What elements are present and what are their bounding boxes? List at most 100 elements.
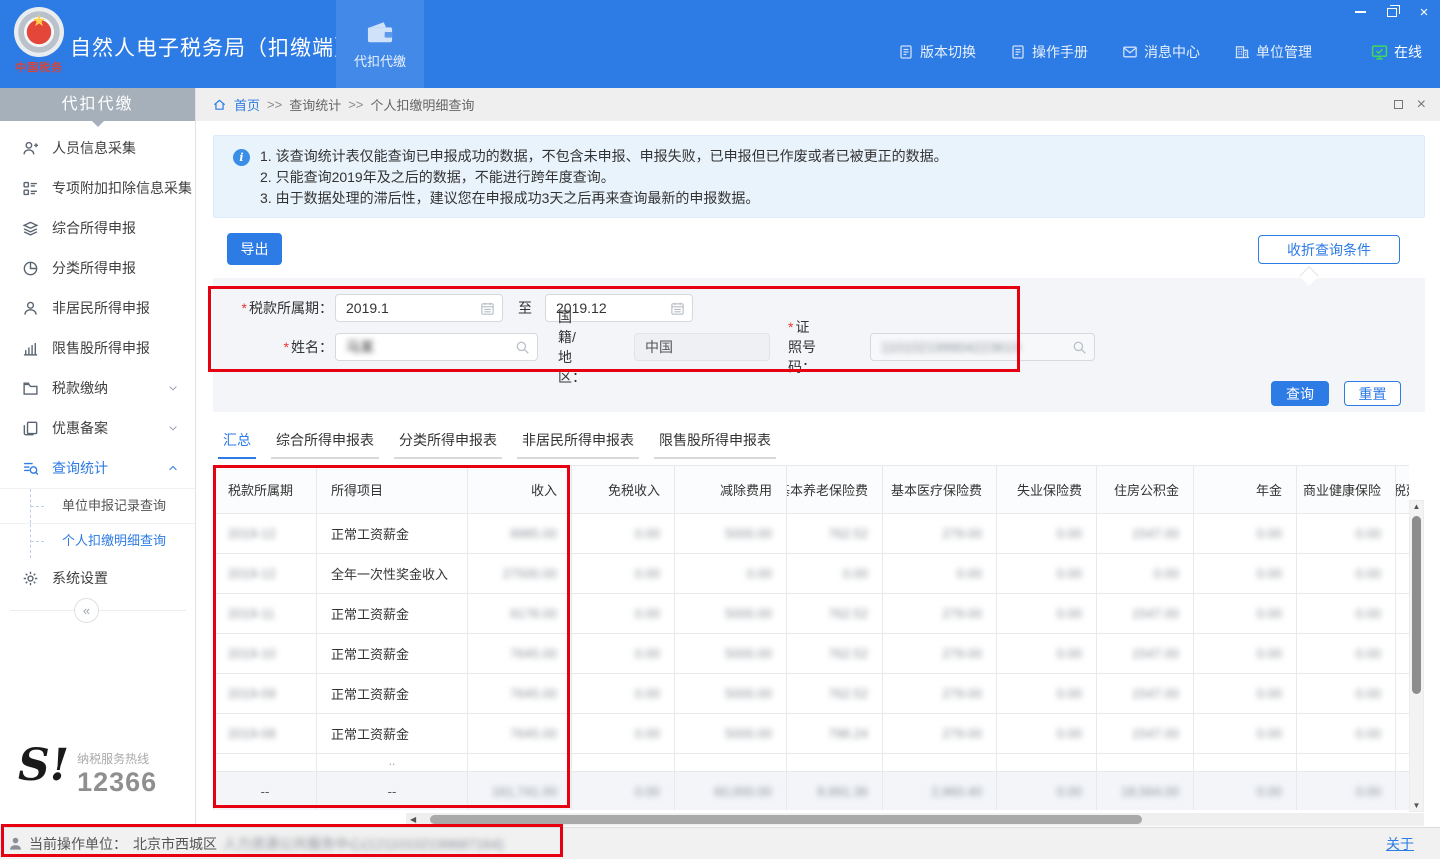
about-link[interactable]: 关于	[1386, 834, 1414, 854]
cell-value	[1396, 554, 1409, 594]
cell-value: 9985.00	[468, 514, 572, 554]
app-title: 自然人电子税务局（扣缴端）	[70, 32, 356, 62]
header-menu-item[interactable]: 版本切换	[898, 42, 976, 62]
form-actions: 查询 重置	[196, 381, 1425, 406]
column-header: 年金	[1194, 466, 1297, 514]
cell-value	[787, 754, 883, 772]
cell-text: 正常工资薪金	[331, 644, 409, 663]
panel-close-button[interactable]: ×	[1417, 96, 1426, 114]
tab[interactable]: 汇总	[218, 425, 256, 459]
collapse-query-button[interactable]: 收折查询条件	[1258, 235, 1400, 264]
cell-value	[1396, 634, 1409, 674]
column-header: 商业健康保险	[1297, 466, 1396, 514]
doc-icon	[1010, 44, 1026, 60]
breadcrumb-home[interactable]: 首页	[234, 95, 260, 114]
sidebar-subitem[interactable]: 单位申报记录查询	[0, 488, 195, 523]
panel-restore-button[interactable]	[1394, 100, 1403, 109]
notice-box: i 1. 该查询统计表仅能查询已申报成功的数据，不包含未申报、申报失败，已申报但…	[213, 135, 1425, 218]
sidebar-item[interactable]: 税款缴纳	[0, 368, 195, 408]
sidebar-subitem[interactable]: 个人扣缴明细查询	[0, 523, 195, 558]
cell-text: 0.00	[1057, 646, 1082, 661]
header-menu-item[interactable]: 消息中心	[1122, 42, 1200, 62]
cell-text: 1547.00	[1132, 526, 1179, 541]
cell-income-item: 正常工资薪金	[317, 514, 468, 554]
national-emblem-icon: ★	[14, 7, 64, 57]
horizontal-scroll-thumb[interactable]	[430, 815, 1142, 824]
id-input[interactable]: 110102199904223619	[870, 333, 1095, 361]
query-button[interactable]: 查询	[1271, 381, 1329, 406]
cell-value: 762.52	[787, 634, 883, 674]
sidebar-item[interactable]: 系统设置	[0, 558, 195, 598]
horizontal-scrollbar[interactable]: ◀	[406, 813, 1424, 826]
vertical-scroll-thumb[interactable]	[1412, 516, 1421, 694]
table-row[interactable]: 2019-11正常工资薪金9178.000.005000.00762.52279…	[214, 594, 1409, 634]
name-input[interactable]: 马某	[335, 333, 538, 361]
cell-value	[1396, 754, 1409, 772]
tab[interactable]: 综合所得申报表	[271, 425, 379, 459]
cell-income-item: 正常工资薪金	[317, 594, 468, 634]
reset-button[interactable]: 重置	[1344, 381, 1401, 406]
restore-icon	[1387, 8, 1397, 17]
cell-text: 0.00	[1257, 646, 1282, 661]
sidebar-item[interactable]: 专项附加扣除信息采集	[0, 168, 195, 208]
scroll-up-arrow[interactable]: ▲	[1410, 502, 1423, 511]
header-menu-label: 消息中心	[1144, 42, 1200, 62]
table-row[interactable]: 2019-12正常工资薪金9985.000.005000.00762.52279…	[214, 514, 1409, 554]
cell-text: 正常工资薪金	[331, 684, 409, 703]
sidebar-item[interactable]: 综合所得申报	[0, 208, 195, 248]
cell-value: 1547.00	[1097, 674, 1194, 714]
search-icon[interactable]	[1072, 340, 1087, 355]
info-icon: i	[233, 149, 250, 166]
cell-text: --	[261, 784, 270, 799]
sidebar-item[interactable]: 非居民所得申报	[0, 288, 195, 328]
tab[interactable]: 非居民所得申报表	[517, 425, 639, 459]
gear-icon	[22, 570, 39, 587]
cell-value: 762.52	[787, 674, 883, 714]
sidebar-item[interactable]: 优惠备案	[0, 408, 195, 448]
cell-text: 279.00	[942, 686, 982, 701]
hotline-icon: S!	[18, 746, 69, 786]
home-icon	[212, 97, 227, 112]
table-row[interactable]: 2019-08正常工资薪金7645.000.005000.00798.24279…	[214, 714, 1409, 754]
window-controls: ×	[1352, 4, 1432, 20]
calendar-icon[interactable]	[670, 301, 685, 316]
sidebar-item[interactable]: 人员信息采集	[0, 128, 195, 168]
scroll-left-arrow[interactable]: ◀	[410, 813, 416, 826]
header-tab-daikou-daijiao[interactable]: 代扣代缴	[336, 0, 424, 88]
export-button[interactable]: 导出	[227, 233, 282, 265]
restore-button[interactable]	[1384, 4, 1400, 20]
cell-text: 0.00	[1057, 726, 1082, 741]
minimize-button[interactable]	[1352, 4, 1368, 20]
cell-text: 0.00	[1057, 526, 1082, 541]
sidebar-item[interactable]: 查询统计	[0, 448, 195, 488]
header-menu-item[interactable]: 单位管理	[1234, 42, 1312, 62]
cell-value: 9178.00	[468, 594, 572, 634]
table-row[interactable]: 2019-10正常工资薪金7645.000.005000.00762.52279…	[214, 634, 1409, 674]
cell-text: 0.00	[635, 784, 660, 799]
sidebar-item[interactable]: 分类所得申报	[0, 248, 195, 288]
cell-text: 0.00	[1356, 726, 1381, 741]
tab[interactable]: 限售股所得申报表	[654, 425, 776, 459]
calendar-icon[interactable]	[480, 301, 495, 316]
header-menu-item[interactable]: 操作手册	[1010, 42, 1088, 62]
cell-value	[1194, 754, 1297, 772]
cell-text: 5000.00	[725, 726, 772, 741]
header-menu-label: 版本切换	[920, 42, 976, 62]
tab[interactable]: 分类所得申报表	[394, 425, 502, 459]
sidebar-item[interactable]: 限售股所得申报	[0, 328, 195, 368]
online-status[interactable]: 在线	[1371, 42, 1422, 62]
cell-value: 1547.00	[1097, 514, 1194, 554]
close-button[interactable]: ×	[1416, 4, 1432, 20]
top-header: ★ 中国税务 自然人电子税务局（扣缴端） 代扣代缴 版本切换操作手册消息中心单位…	[0, 0, 1440, 88]
period-from-input[interactable]: 2019.1	[335, 294, 503, 322]
sidebar-item-label: 限售股所得申报	[52, 338, 150, 358]
sidebar-collapse-button[interactable]: «	[74, 598, 99, 623]
search-icon[interactable]	[515, 340, 530, 355]
table-row[interactable]: 2019-09正常工资薪金7645.000.005000.00762.52279…	[214, 674, 1409, 714]
vertical-scrollbar[interactable]: ▲ ▼	[1409, 500, 1424, 812]
scroll-down-arrow[interactable]: ▼	[1410, 801, 1423, 810]
table-row[interactable]: 2019-12全年一次性奖金收入27500.000.000.000.000.00…	[214, 554, 1409, 594]
cell-value: 5000.00	[675, 594, 787, 634]
table-total-row: ----161,741.000.0060,000.008,991.362,960…	[214, 772, 1409, 810]
id-value: 110102199904223619	[881, 339, 1020, 355]
